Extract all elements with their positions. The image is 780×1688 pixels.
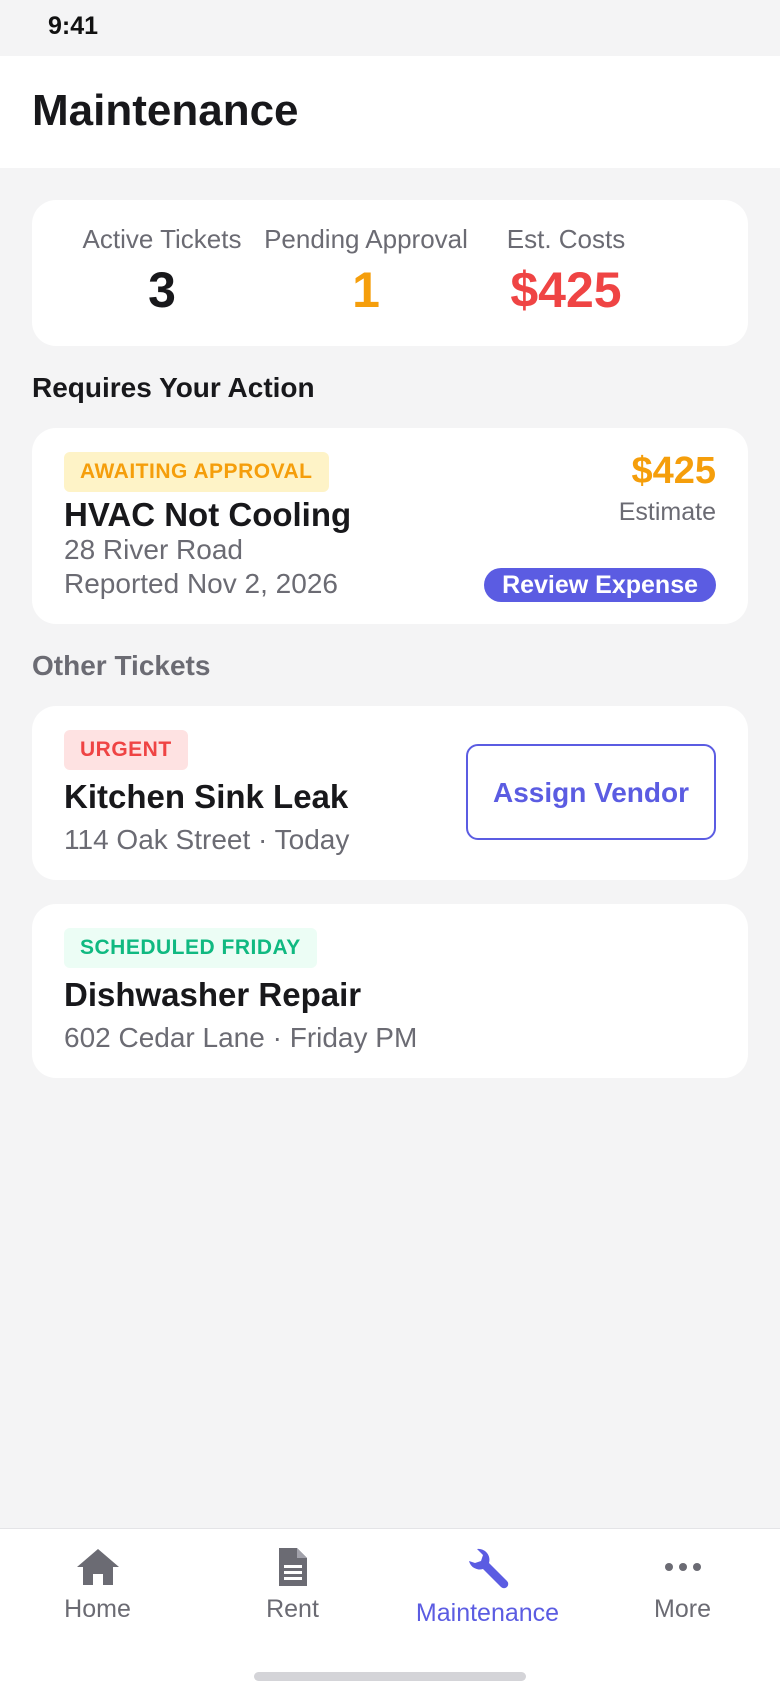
tab-label: More [654, 1595, 711, 1623]
ticket-card-hvac[interactable]: AWAITING APPROVAL HVAC Not Cooling 28 Ri… [32, 428, 748, 624]
tab-bar: Home Rent Maintenance More [0, 1528, 780, 1688]
ticket-subtitle: 114 Oak Street · Today [64, 824, 350, 855]
home-icon [0, 1547, 195, 1587]
wrench-icon [390, 1547, 585, 1591]
tab-maintenance[interactable]: Maintenance [390, 1547, 585, 1628]
stat-est-costs: Est. Costs $425 [492, 224, 640, 319]
stat-value: $425 [510, 262, 622, 318]
stat-pending-approval: Pending Approval 1 [264, 224, 468, 319]
stat-value: 1 [352, 262, 380, 318]
status-time: 9:41 [48, 12, 99, 40]
status-badge: SCHEDULED FRIDAY [64, 928, 317, 968]
section-title-other-tickets: Other Tickets [32, 650, 211, 681]
ticket-subtitle: 602 Cedar Lane · Friday PM [64, 1022, 418, 1053]
more-icon [585, 1547, 780, 1587]
page-header: Maintenance [0, 56, 780, 168]
tab-label: Rent [266, 1595, 319, 1623]
status-badge: URGENT [64, 730, 188, 770]
stat-label: Est. Costs [506, 224, 626, 254]
status-bar: 9:41 [0, 0, 780, 56]
tab-label: Home [64, 1595, 131, 1623]
document-icon [195, 1547, 390, 1587]
tab-rent[interactable]: Rent [195, 1547, 390, 1624]
ticket-reported-date: Reported Nov 2, 2026 [64, 568, 338, 599]
status-badge: AWAITING APPROVAL [64, 452, 329, 492]
stat-label: Pending Approval [264, 224, 468, 254]
page-title: Maintenance [32, 86, 299, 135]
ticket-card-kitchen-sink[interactable]: URGENT Kitchen Sink Leak 114 Oak Street … [32, 706, 748, 880]
review-expense-button[interactable]: Review Expense [484, 568, 716, 602]
section-title-requires-action: Requires Your Action [32, 372, 315, 403]
assign-vendor-button[interactable]: Assign Vendor [466, 744, 716, 840]
ticket-title: Kitchen Sink Leak [64, 778, 349, 815]
home-indicator [254, 1672, 526, 1681]
stat-active-tickets: Active Tickets 3 [82, 224, 242, 319]
tab-more[interactable]: More [585, 1547, 780, 1624]
stat-label: Active Tickets [82, 224, 242, 254]
tab-home[interactable]: Home [0, 1547, 195, 1624]
tab-label: Maintenance [415, 1599, 560, 1627]
estimate-label: Estimate [618, 498, 716, 526]
ticket-address: 28 River Road [64, 534, 243, 565]
estimate-amount: $425 [631, 450, 716, 492]
ticket-title: HVAC Not Cooling [64, 496, 352, 533]
stat-value: 3 [148, 262, 176, 318]
ticket-card-dishwasher[interactable]: SCHEDULED FRIDAY Dishwasher Repair 602 C… [32, 904, 748, 1078]
summary-card: Active Tickets 3 Pending Approval 1 Est.… [32, 200, 748, 346]
ticket-title: Dishwasher Repair [64, 976, 362, 1013]
